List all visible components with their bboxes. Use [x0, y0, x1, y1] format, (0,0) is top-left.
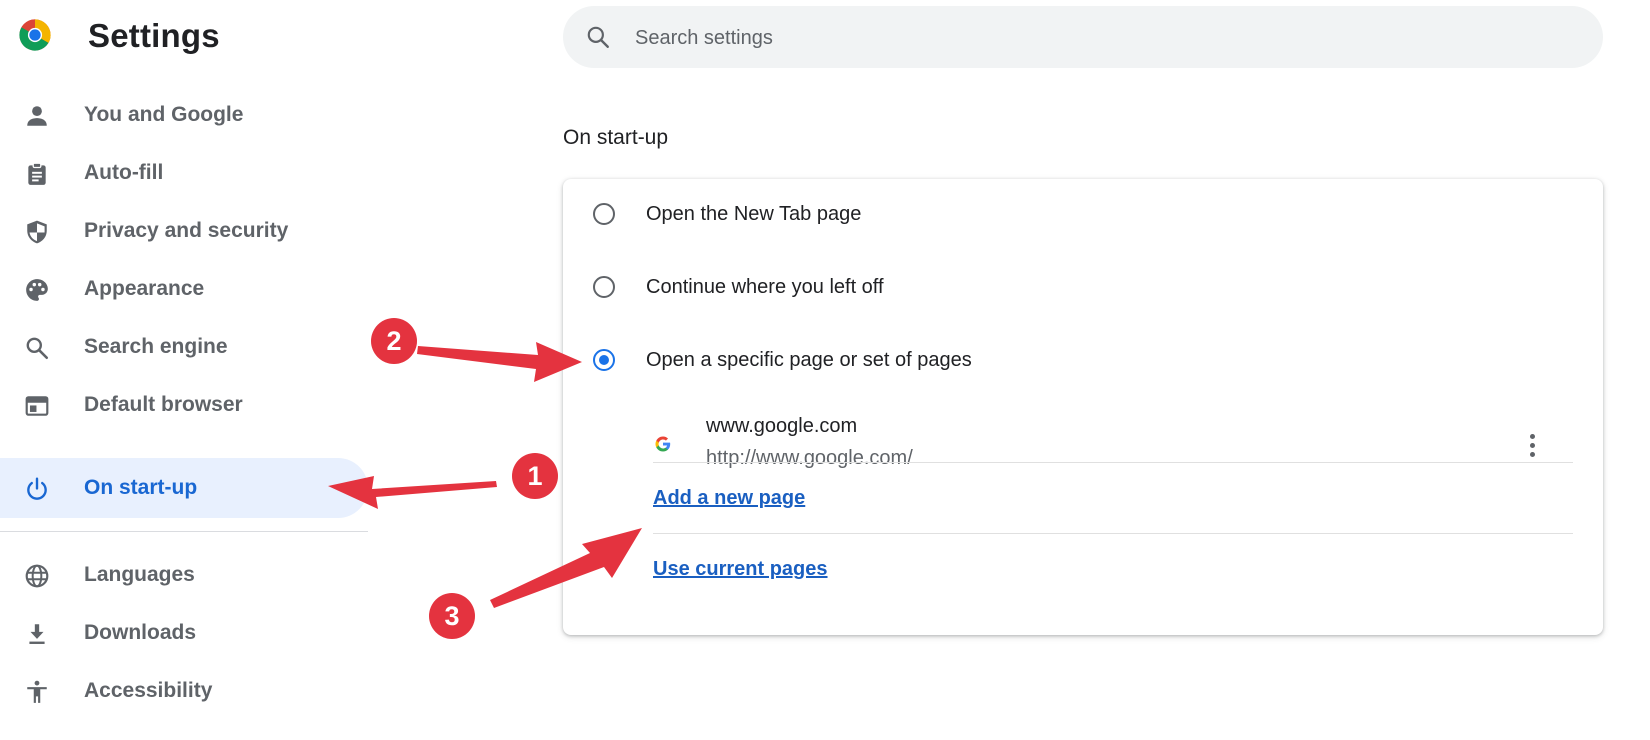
radio-label: Continue where you left off — [646, 276, 884, 298]
sidebar-item-downloads[interactable]: Downloads — [0, 603, 368, 663]
sidebar-item-label: Auto-fill — [84, 161, 164, 184]
sidebar-item-label: Privacy and security — [84, 219, 289, 242]
startup-card: Open the New Tab page Continue where you… — [563, 179, 1603, 635]
app-title: Settings — [88, 17, 220, 54]
add-new-page-link[interactable]: Add a new page — [653, 487, 805, 510]
sidebar-item-label: Languages — [84, 563, 195, 586]
card-divider — [653, 462, 1573, 463]
radio-open-new-tab[interactable]: Open the New Tab page — [563, 179, 1603, 249]
search-icon — [26, 337, 49, 360]
radio-open-specific-pages[interactable]: Open a specific page or set of pages — [563, 325, 1603, 395]
sidebar-item-privacy-and-security[interactable]: Privacy and security — [0, 201, 368, 261]
radio-label: Open a specific page or set of pages — [646, 349, 972, 371]
startup-page-entry: www.google.com http://www.google.com/ — [646, 407, 1566, 487]
annotation-badge-2: 2 — [371, 318, 417, 364]
sidebar-item-label: You and Google — [84, 103, 244, 126]
annotation-badge-3: 3 — [429, 593, 475, 639]
more-vert-icon[interactable] — [1514, 425, 1550, 465]
google-g-icon — [655, 436, 671, 452]
radio-button[interactable] — [593, 276, 615, 298]
sidebar-item-search-engine[interactable]: Search engine — [0, 317, 368, 377]
globe-icon — [25, 564, 49, 588]
accessibility-icon — [27, 680, 47, 703]
radio-button-checked[interactable] — [593, 349, 615, 371]
sidebar-item-label: Search engine — [84, 335, 228, 358]
sidebar-item-on-start-up[interactable]: On start-up — [0, 458, 368, 518]
sidebar-item-appearance[interactable]: Appearance — [0, 259, 368, 319]
annotation-badge-1: 1 — [512, 453, 558, 499]
sidebar-item-accessibility[interactable]: Accessibility — [0, 661, 368, 721]
person-icon — [27, 106, 47, 126]
clipboard-icon — [28, 162, 46, 185]
download-icon — [29, 624, 45, 644]
section-title: On start-up — [563, 126, 669, 149]
power-icon — [27, 477, 47, 500]
sidebar-item-label: Accessibility — [84, 679, 213, 702]
page-title: www.google.com — [706, 415, 858, 437]
search-box[interactable] — [563, 6, 1603, 70]
radio-button[interactable] — [593, 203, 615, 225]
search-input[interactable] — [633, 6, 1537, 70]
radio-continue-where-left-off[interactable]: Continue where you left off — [563, 252, 1603, 322]
sidebar-item-label: Downloads — [84, 621, 197, 644]
use-current-pages-link[interactable]: Use current pages — [653, 558, 828, 581]
card-divider — [653, 533, 1573, 534]
chrome-logo-icon — [19, 19, 51, 51]
sidebar-item-label: Default browser — [84, 393, 243, 416]
radio-label: Open the New Tab page — [646, 203, 862, 225]
browser-window-icon — [25, 396, 49, 416]
sidebar-item-default-browser[interactable]: Default browser — [0, 375, 368, 435]
search-icon — [587, 26, 609, 48]
sidebar-item-label: On start-up — [84, 476, 198, 499]
sidebar-item-languages[interactable]: Languages — [0, 545, 368, 605]
sidebar-item-label: Appearance — [84, 277, 205, 300]
palette-icon — [26, 279, 48, 301]
sidebar-item-you-and-google[interactable]: You and Google — [0, 85, 368, 145]
sidebar-item-auto-fill[interactable]: Auto-fill — [0, 143, 368, 203]
shield-icon — [27, 220, 47, 244]
sidebar-divider — [0, 531, 368, 532]
annotation-arrow-2 — [417, 342, 582, 382]
page-url: http://www.google.com/ — [706, 447, 913, 469]
